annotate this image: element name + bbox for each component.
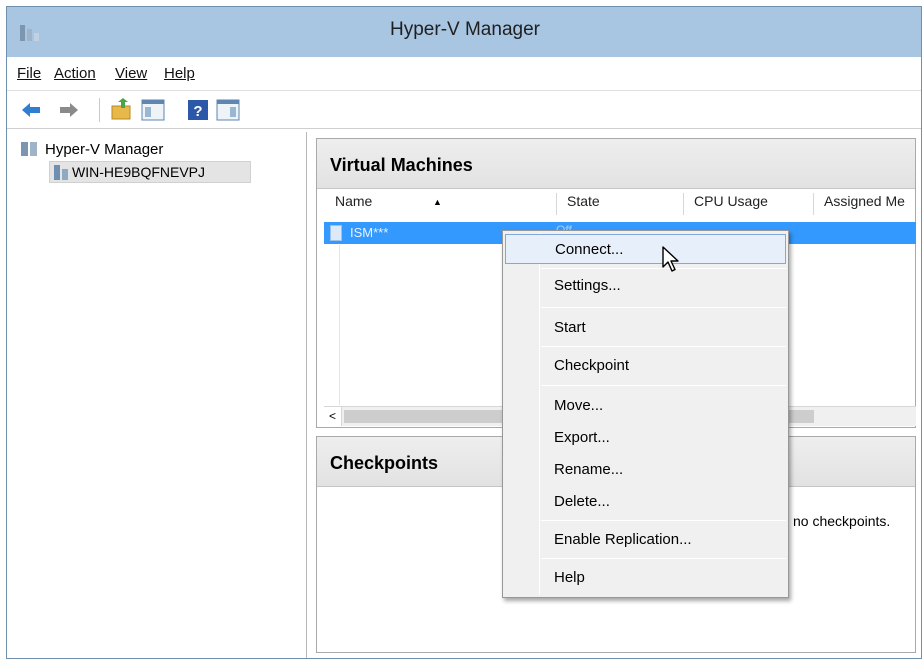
window-title: Hyper-V Manager (390, 19, 540, 40)
sort-ascending-icon: ▲ (433, 197, 442, 207)
menu-item-start[interactable]: Start (505, 313, 786, 343)
column-divider[interactable] (813, 193, 814, 215)
row-gutter (339, 245, 340, 405)
svg-text:?: ? (193, 103, 202, 120)
column-header-assigned-memory[interactable]: Assigned Me (824, 193, 905, 209)
column-divider[interactable] (683, 193, 684, 215)
menu-item-rename[interactable]: Rename... (505, 455, 786, 485)
menu-action[interactable]: Action (54, 65, 96, 82)
tree-node-server[interactable]: WIN-HE9BQFNEVPJ (49, 161, 251, 183)
server-icon (54, 165, 68, 180)
show-hide-console-tree-icon[interactable] (141, 98, 165, 122)
menu-file[interactable]: File (17, 65, 41, 82)
folder-up-icon[interactable] (110, 98, 134, 122)
console-tree: Hyper-V Manager WIN-HE9BQFNEVPJ (7, 132, 307, 658)
checkpoints-empty-text: no checkpoints. (793, 513, 891, 529)
menu-separator (541, 558, 786, 559)
scroll-left-icon[interactable]: < (324, 407, 342, 426)
help-icon[interactable]: ? (186, 98, 210, 122)
menu-item-connect[interactable]: Connect... (505, 234, 786, 264)
column-header-name[interactable]: Name (335, 193, 372, 209)
back-arrow-icon[interactable] (19, 98, 43, 122)
forward-arrow-icon[interactable] (57, 98, 81, 122)
toolbar: ? (7, 91, 921, 129)
menu-bar: File Action View Help (7, 57, 921, 91)
menu-view[interactable]: View (115, 65, 147, 82)
menu-separator (541, 346, 786, 347)
column-divider[interactable] (556, 193, 557, 215)
tree-root-label: Hyper-V Manager (45, 141, 164, 158)
menu-item-settings[interactable]: Settings... (505, 271, 786, 301)
menu-separator (541, 307, 786, 308)
column-header-cpu-usage[interactable]: CPU Usage (694, 193, 768, 209)
menu-item-checkpoint[interactable]: Checkpoint (505, 351, 786, 381)
menu-separator (541, 385, 786, 386)
virtual-machines-header: Virtual Machines (317, 139, 915, 189)
menu-help[interactable]: Help (164, 65, 195, 82)
column-header-state[interactable]: State (567, 193, 600, 209)
context-menu: Connect... Settings... Start Checkpoint … (502, 230, 789, 598)
vm-icon (330, 225, 342, 241)
menu-item-export[interactable]: Export... (505, 423, 786, 453)
checkpoints-title: Checkpoints (330, 453, 439, 473)
menu-item-move[interactable]: Move... (505, 391, 786, 421)
title-bar[interactable]: Hyper-V Manager (7, 7, 921, 57)
toolbar-separator (99, 98, 100, 122)
menu-item-enable-replication[interactable]: Enable Replication... (505, 525, 786, 555)
menu-separator (541, 520, 786, 521)
tree-node-server-label: WIN-HE9BQFNEVPJ (72, 164, 206, 180)
menu-item-help[interactable]: Help (505, 563, 786, 593)
menu-item-delete[interactable]: Delete... (505, 487, 786, 517)
cursor-icon (661, 246, 681, 277)
vm-name: ISM*** (350, 225, 389, 240)
tree-root-hyper-v-manager[interactable]: Hyper-V Manager (21, 141, 163, 161)
action-pane-icon[interactable] (216, 98, 240, 122)
virtual-machines-title: Virtual Machines (330, 155, 473, 175)
hyper-v-manager-icon (21, 142, 37, 156)
